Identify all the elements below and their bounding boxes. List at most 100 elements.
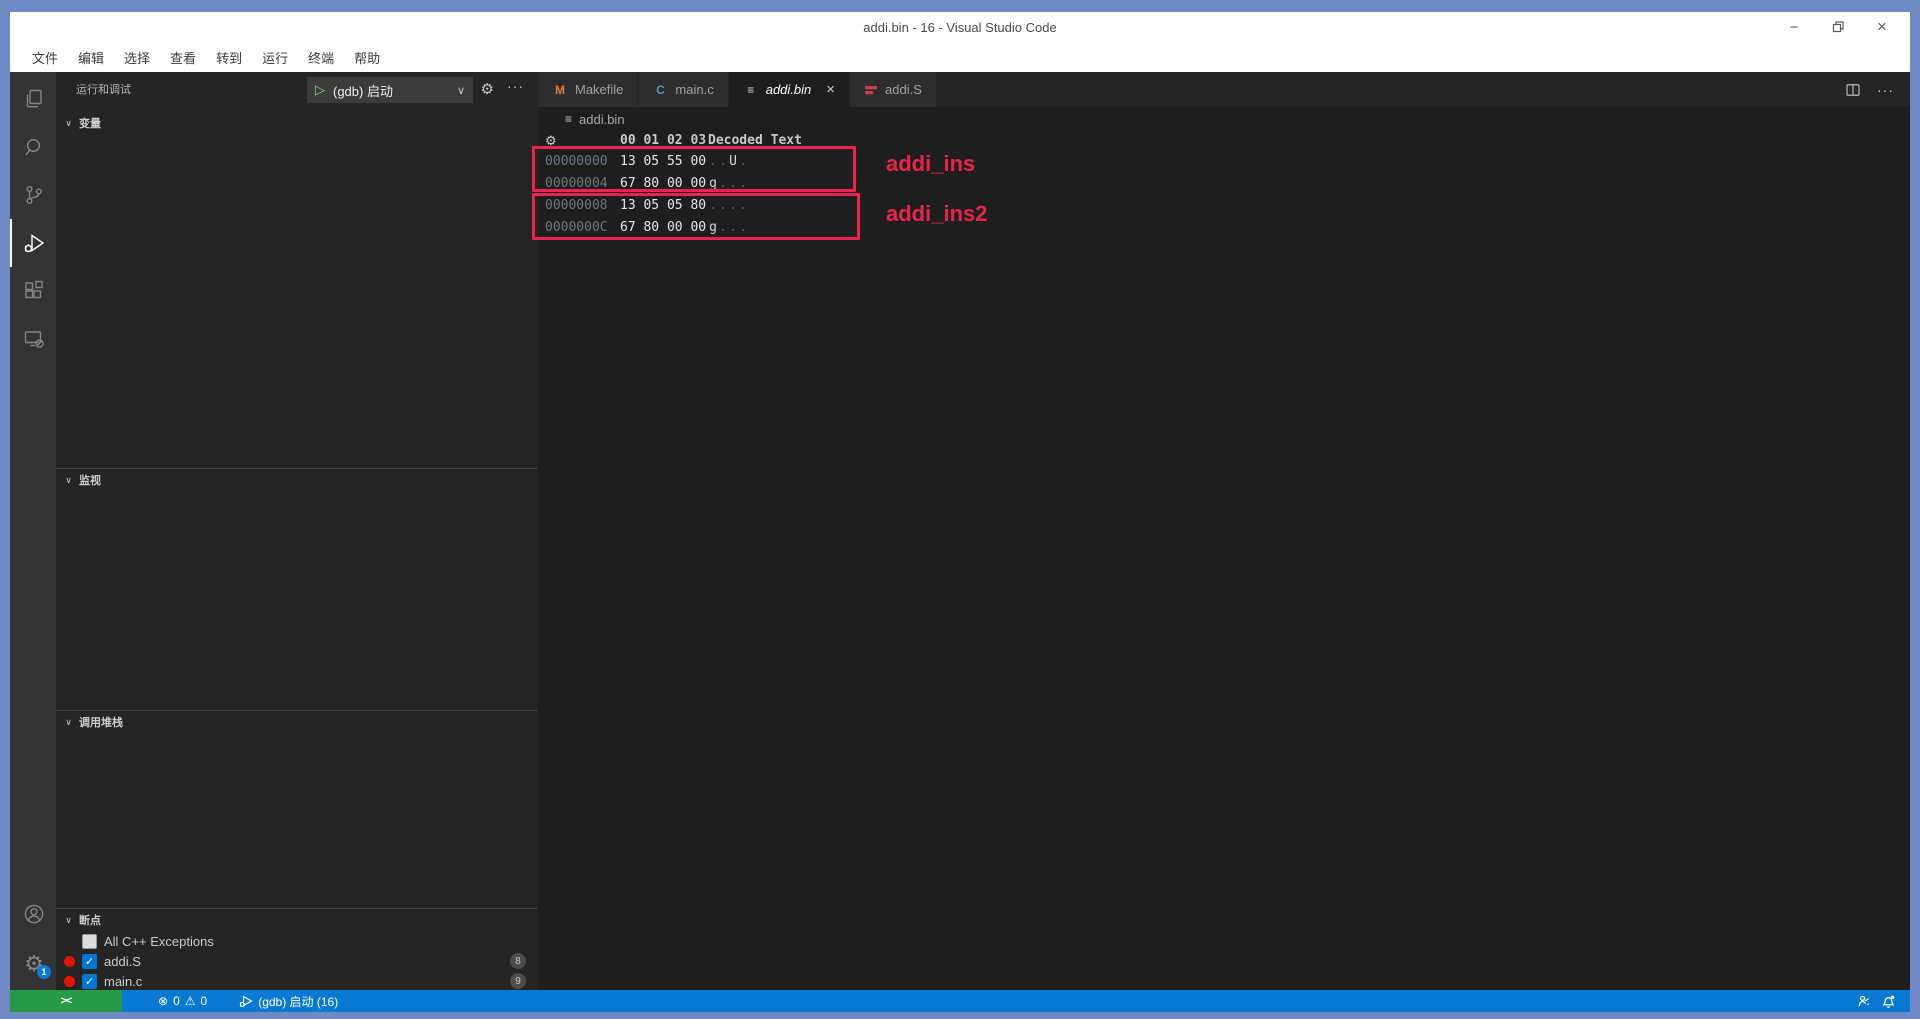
warning-count: 0 [201, 994, 208, 1008]
remote-icon: >< [61, 995, 72, 1007]
hex-file-icon: ≡ [565, 112, 572, 126]
c-file-icon: C [652, 83, 668, 97]
breadcrumb[interactable]: ≡ addi.bin [538, 107, 1910, 131]
checkbox-checked[interactable]: ✓ [82, 954, 97, 969]
chevron-down-icon: ∨ [63, 717, 74, 728]
breadcrumb-file: addi.bin [579, 112, 625, 127]
activity-run-debug[interactable] [10, 219, 56, 267]
activity-account[interactable] [10, 890, 56, 938]
window-controls: − × [1772, 12, 1904, 42]
variables-header[interactable]: ∨ 变量 [56, 112, 538, 134]
breakpoint-row-main-c[interactable]: ✓ main.c 9 [56, 971, 538, 991]
minimize-button[interactable]: − [1772, 12, 1816, 42]
close-button[interactable]: × [1860, 12, 1904, 42]
menu-file[interactable]: 文件 [22, 45, 68, 69]
debug-config-label: (gdb) 启动 [333, 81, 457, 100]
editor-area: M Makefile C main.c ≡ addi.bin × addi.S [538, 72, 1910, 990]
debug-status-icon [239, 994, 253, 1008]
hex-editor: ⚙ 00 01 02 03 Decoded Text 00000000 13 0… [538, 131, 1910, 239]
debug-status-label: (gdb) 启动 (16) [258, 993, 338, 1010]
hex-row[interactable]: 00000008 13 05 05 80 .... [538, 195, 1910, 217]
restore-icon [1832, 21, 1844, 33]
checkbox-unchecked[interactable] [82, 934, 97, 949]
source-control-icon [22, 183, 46, 207]
hex-row[interactable]: 0000000C 67 80 00 00 g... [538, 217, 1910, 239]
tab-bar: M Makefile C main.c ≡ addi.bin × addi.S [538, 72, 1910, 107]
menu-help[interactable]: 帮助 [344, 45, 390, 69]
chevron-down-icon: ∨ [63, 915, 74, 926]
watch-header[interactable]: ∨ 监视 [56, 469, 538, 491]
panel-header: 运行和调试 ▷ (gdb) 启动 ∨ ⚙ ··· [56, 72, 538, 112]
menu-run[interactable]: 运行 [252, 45, 298, 69]
problems-status[interactable]: ⊗ 0 ⚠ 0 [150, 990, 215, 1012]
remote-indicator[interactable]: >< [10, 990, 122, 1012]
restore-button[interactable] [1816, 12, 1860, 42]
breakpoint-dot-icon [64, 956, 75, 967]
minimize-icon: − [1790, 19, 1799, 36]
breakpoint-dot-icon [64, 976, 75, 987]
menu-terminal[interactable]: 终端 [298, 45, 344, 69]
chevron-down-icon: ∨ [457, 84, 465, 97]
hex-header-row: ⚙ 00 01 02 03 Decoded Text [538, 131, 1910, 151]
activity-settings[interactable]: ⚙ 1 [10, 938, 56, 990]
breakpoints-header[interactable]: ∨ 断点 [56, 909, 538, 931]
hex-settings-gear-icon[interactable]: ⚙ [545, 131, 557, 151]
editor-actions: ··· [1845, 72, 1910, 107]
notifications-bell-icon[interactable] [1881, 994, 1896, 1009]
debug-start-icon[interactable]: ▷ [315, 82, 325, 98]
vscode-window: addi.bin - 16 - Visual Studio Code − × 文… [10, 12, 1910, 1012]
section-breakpoints: ∨ 断点 All C++ Exceptions ✓ addi.S 8 ✓ mai… [56, 908, 538, 991]
panel-more-icon[interactable]: ··· [507, 78, 524, 94]
search-icon [22, 135, 46, 159]
feedback-icon[interactable] [1856, 994, 1871, 1009]
status-right [1856, 994, 1910, 1009]
menu-go[interactable]: 转到 [206, 45, 252, 69]
section-watch: ∨ 监视 [56, 468, 538, 710]
breakpoint-count-badge: 9 [510, 973, 526, 989]
tab-addi-bin[interactable]: ≡ addi.bin × [729, 72, 850, 107]
debug-settings-gear-icon[interactable]: ⚙ [481, 80, 494, 98]
tab-main-c[interactable]: C main.c [638, 72, 728, 107]
settings-badge: 1 [37, 965, 51, 979]
account-icon [22, 902, 46, 926]
checkbox-checked[interactable]: ✓ [82, 974, 97, 989]
error-icon: ⊗ [158, 994, 168, 1008]
chevron-down-icon: ∨ [63, 118, 74, 129]
extensions-icon [22, 279, 46, 303]
debug-status[interactable]: (gdb) 启动 (16) [231, 990, 346, 1012]
activity-remote-explorer[interactable] [10, 315, 56, 363]
activity-explorer[interactable] [10, 75, 56, 123]
hex-byte-columns: 00 01 02 03 [620, 131, 706, 151]
debug-config-dropdown[interactable]: ▷ (gdb) 启动 ∨ [307, 77, 473, 103]
annotation-label: addi_ins [886, 151, 975, 177]
callstack-header[interactable]: ∨ 调用堆栈 [56, 711, 538, 733]
menu-view[interactable]: 查看 [160, 45, 206, 69]
chevron-down-icon: ∨ [63, 475, 74, 486]
run-debug-panel: 运行和调试 ▷ (gdb) 启动 ∨ ⚙ ··· ∨ 变量 ∨ 监视 [56, 72, 538, 990]
breakpoint-count-badge: 8 [510, 953, 526, 969]
close-icon: × [1877, 17, 1887, 37]
annotation-label: addi_ins2 [886, 201, 987, 227]
editor-more-icon[interactable]: ··· [1877, 82, 1894, 98]
breakpoint-row-exceptions[interactable]: All C++ Exceptions [56, 931, 538, 951]
activity-source-control[interactable] [10, 171, 56, 219]
menu-selection[interactable]: 选择 [114, 45, 160, 69]
activity-bar: ⚙ 1 [10, 72, 56, 990]
activity-search[interactable] [10, 123, 56, 171]
tab-makefile[interactable]: M Makefile [538, 72, 638, 107]
window-title: addi.bin - 16 - Visual Studio Code [10, 12, 1910, 42]
hex-row[interactable]: 00000000 13 05 55 00 ..U. [538, 151, 1910, 173]
breakpoint-row-addi-s[interactable]: ✓ addi.S 8 [56, 951, 538, 971]
hex-row[interactable]: 00000004 67 80 00 00 g... [538, 173, 1910, 195]
menu-edit[interactable]: 编辑 [68, 45, 114, 69]
run-debug-icon [22, 231, 46, 255]
hex-decoded-header: Decoded Text [708, 131, 802, 151]
split-editor-icon[interactable] [1845, 82, 1861, 98]
activity-extensions[interactable] [10, 267, 56, 315]
hex-file-icon: ≡ [743, 83, 759, 97]
menubar: 文件 编辑 选择 查看 转到 运行 终端 帮助 [10, 42, 1910, 72]
panel-title: 运行和调试 [76, 81, 131, 97]
titlebar: addi.bin - 16 - Visual Studio Code − × [10, 12, 1910, 42]
tab-close-icon[interactable]: × [826, 81, 835, 98]
tab-addi-s[interactable]: addi.S [850, 72, 937, 107]
